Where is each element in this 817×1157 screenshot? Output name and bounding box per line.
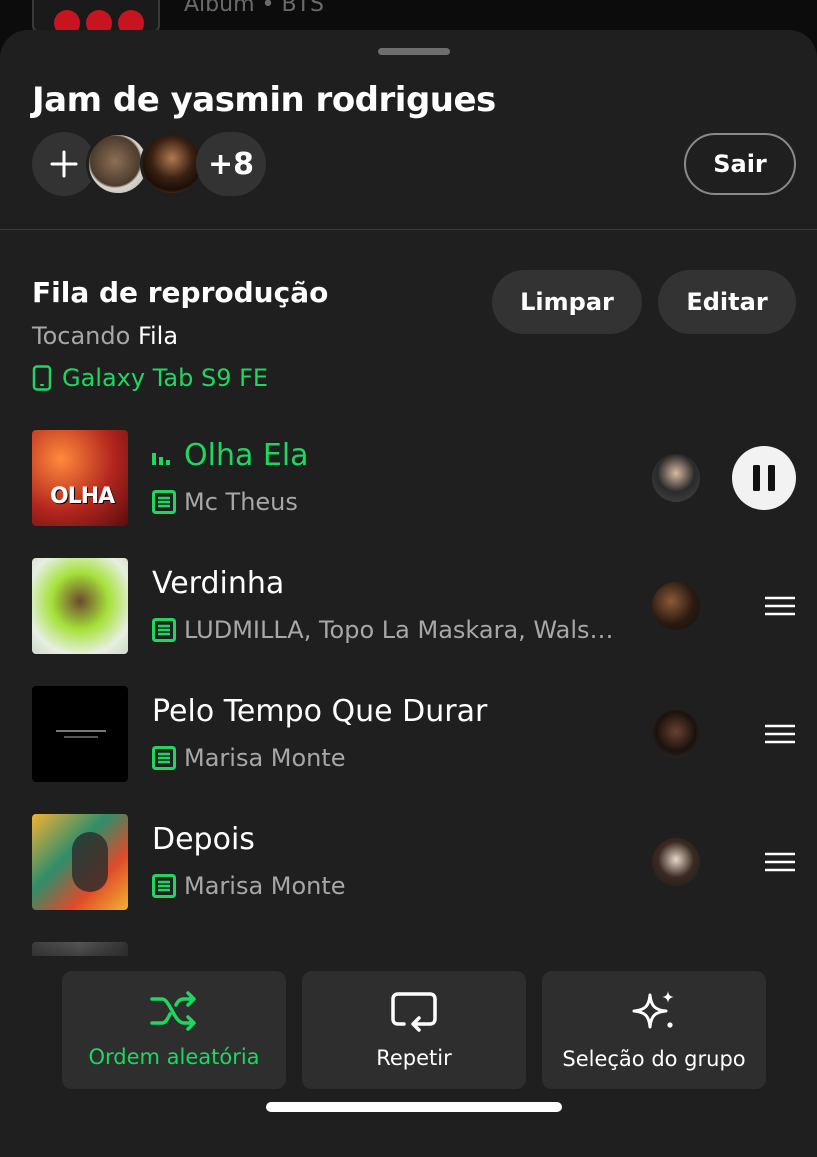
track-title: Olha Ela [184, 438, 309, 473]
home-indicator[interactable] [266, 1102, 562, 1112]
album-art: OLHA [32, 430, 128, 526]
repeat-button[interactable]: Repetir [302, 971, 526, 1089]
queue-source-icon [152, 874, 176, 898]
drag-handle-icon[interactable] [764, 723, 796, 745]
queue-track-row[interactable]: Depois Marisa Monte [0, 814, 817, 910]
playing-source: Fila [137, 322, 179, 350]
device-name: Galaxy Tab S9 FE [62, 364, 269, 392]
pause-button[interactable] [732, 446, 796, 510]
album-art [32, 686, 128, 782]
queue-source-icon [152, 618, 176, 642]
added-by-avatar [652, 838, 700, 886]
jam-queue-sheet: Jam de yasmin rodrigues +8 Sair Fila de … [0, 30, 817, 1157]
more-participants-count[interactable]: +8 [196, 132, 266, 196]
queue-source-icon [152, 490, 176, 514]
phone-icon [32, 365, 52, 391]
album-art [32, 558, 128, 654]
queue-track-row[interactable]: OLHA Olha Ela Mc Theus [0, 430, 817, 526]
queue-track-row[interactable]: Pelo Tempo Que Durar Marisa Monte [0, 686, 817, 782]
track-artist-row: Marisa Monte [152, 744, 346, 772]
track-artist: Marisa Monte [184, 744, 346, 772]
added-by-avatar [652, 710, 700, 758]
shuffle-button[interactable]: Ordem aleatória [62, 971, 286, 1089]
added-by-avatar [652, 582, 700, 630]
drag-handle-icon[interactable] [764, 595, 796, 617]
track-artist: Mc Theus [184, 488, 298, 516]
track-title: Verdinha [152, 566, 285, 601]
drag-handle-icon[interactable] [764, 851, 796, 873]
group-selection-label: Seleção do grupo [562, 1047, 746, 1071]
repeat-icon [391, 992, 437, 1032]
queue-title: Fila de reprodução [32, 276, 329, 309]
queue-track-row[interactable]: Verdinha LUDMILLA, Topo La Maskara, Wals… [0, 558, 817, 654]
background-album-subtitle: Album • BTS [184, 0, 324, 17]
participant-avatar[interactable] [140, 132, 204, 196]
repeat-label: Repetir [376, 1046, 452, 1070]
added-by-avatar [652, 454, 700, 502]
queue-source-icon [152, 746, 176, 770]
track-title: Depois [152, 822, 255, 857]
track-title-row: Olha Ela [152, 438, 309, 473]
track-artist: LUDMILLA, Topo La Maskara, Walsh... [184, 616, 616, 644]
shuffle-icon [150, 991, 196, 1031]
sparkle-icon [632, 991, 674, 1029]
leave-jam-button[interactable]: Sair [684, 133, 796, 195]
connected-device[interactable]: Galaxy Tab S9 FE [32, 364, 268, 392]
jam-title: Jam de yasmin rodrigues [32, 80, 496, 120]
track-artist-row: Mc Theus [152, 488, 298, 516]
background-album-art [32, 0, 160, 32]
playing-prefix: Tocando [32, 322, 131, 350]
edit-queue-button[interactable]: Editar [658, 270, 796, 334]
divider [0, 229, 817, 230]
sheet-grabber[interactable] [378, 48, 450, 55]
plus-icon [50, 150, 78, 178]
equalizer-icon [152, 452, 170, 465]
shuffle-label: Ordem aleatória [88, 1045, 260, 1069]
track-artist-row: LUDMILLA, Topo La Maskara, Walsh... [152, 616, 616, 644]
playing-from: Tocando Fila [32, 322, 178, 350]
track-artist: Marisa Monte [184, 872, 346, 900]
pause-icon [753, 465, 775, 491]
album-art [32, 814, 128, 910]
track-title: Pelo Tempo Que Durar [152, 694, 488, 729]
clear-queue-button[interactable]: Limpar [492, 270, 642, 334]
track-artist-row: Marisa Monte [152, 872, 346, 900]
group-selection-button[interactable]: Seleção do grupo [542, 971, 766, 1089]
